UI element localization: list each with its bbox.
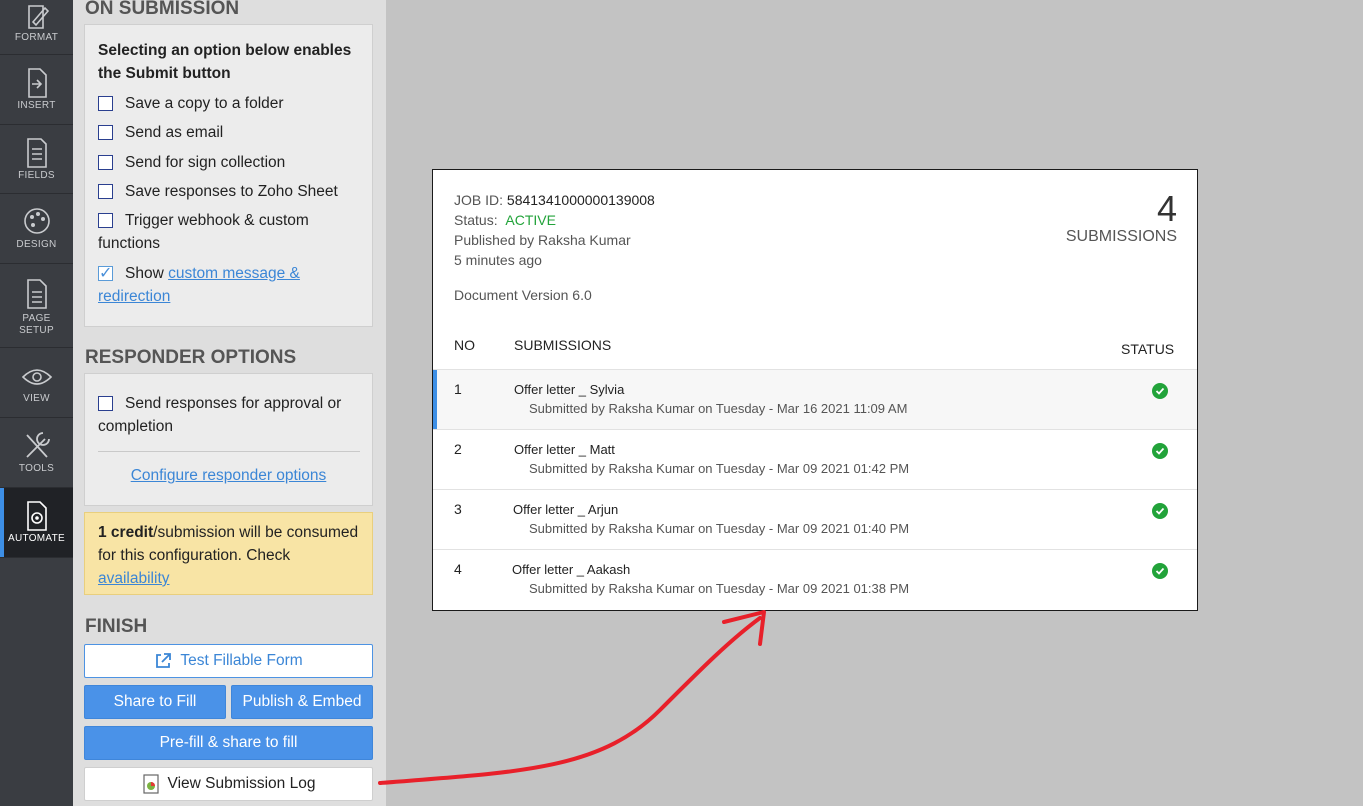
rail-item-tools[interactable]: TOOLS <box>0 418 73 488</box>
document-version: Document Version 6.0 <box>454 287 592 303</box>
submission-count: 4 SUBMISSIONS <box>1065 188 1177 246</box>
checkbox[interactable] <box>98 125 113 140</box>
option-zoho-sheet[interactable]: Save responses to Zoho Sheet <box>98 180 363 203</box>
page-setup-icon <box>26 279 47 309</box>
option-webhook[interactable]: Trigger webhook & custom functions <box>98 209 363 255</box>
column-no: NO <box>454 337 475 353</box>
responder-options-title: RESPONDER OPTIONS <box>85 347 297 368</box>
rail-item-format[interactable]: FORMAT <box>0 0 73 55</box>
view-submission-log-button[interactable]: View Submission Log <box>84 767 373 801</box>
publish-embed-button[interactable]: Publish & Embed <box>231 685 373 719</box>
job-status: Status: ACTIVE <box>454 212 556 228</box>
divider <box>98 451 360 452</box>
table-row[interactable]: 4 Offer letter _ Aakash Submitted by Rak… <box>433 549 1197 609</box>
log-document-icon <box>142 774 159 794</box>
rail-item-automate[interactable]: AUTOMATE <box>0 488 73 558</box>
status-active-badge: ACTIVE <box>505 212 556 228</box>
success-check-icon <box>1152 503 1168 519</box>
external-link-icon <box>156 653 172 668</box>
published-time: 5 minutes ago <box>454 252 542 268</box>
option-send-email[interactable]: Send as email <box>98 121 363 144</box>
submission-log-card: JOB ID: 5841341000000139008 Status: ACTI… <box>432 169 1198 611</box>
tools-icon <box>25 432 50 458</box>
automate-icon <box>26 501 47 531</box>
credit-notice: 1 credit/submission will be consumed for… <box>84 512 373 595</box>
success-check-icon <box>1152 563 1168 579</box>
checkbox[interactable] <box>98 213 113 228</box>
success-check-icon <box>1152 383 1168 399</box>
test-fillable-form-button[interactable]: Test Fillable Form <box>84 644 373 678</box>
on-submission-heading: Selecting an option below enables the Su… <box>98 42 352 82</box>
checkbox[interactable] <box>98 96 113 111</box>
rail-item-insert[interactable]: INSERT <box>0 55 73 125</box>
share-to-fill-button[interactable]: Share to Fill <box>84 685 226 719</box>
checkbox[interactable] <box>98 184 113 199</box>
table-row[interactable]: 1 Offer letter _ Sylvia Submitted by Rak… <box>433 369 1197 429</box>
on-submission-title: ON SUBMISSION <box>85 0 240 19</box>
rail-item-design[interactable]: DESIGN <box>0 194 73 264</box>
table-row[interactable]: 2 Offer letter _ Matt Submitted by Raksh… <box>433 429 1197 489</box>
column-submissions: SUBMISSIONS <box>514 337 612 353</box>
fields-icon <box>26 138 47 168</box>
on-submission-box: Selecting an option below enables the Su… <box>84 24 373 327</box>
option-sign-collection[interactable]: Send for sign collection <box>98 151 363 174</box>
option-save-copy[interactable]: Save a copy to a folder <box>98 92 363 115</box>
option-approval[interactable]: Send responses for approval or completio… <box>98 392 363 438</box>
rail-item-page-setup[interactable]: PAGE SETUP <box>0 264 73 348</box>
design-icon <box>23 208 50 234</box>
automate-panel: ON SUBMISSION Selecting an option below … <box>73 0 386 806</box>
success-check-icon <box>1152 443 1168 459</box>
configure-responder-link[interactable]: Configure responder options <box>131 467 327 484</box>
checkbox-checked[interactable] <box>98 262 113 285</box>
rail-item-fields[interactable]: FIELDS <box>0 125 73 194</box>
rail-item-view[interactable]: VIEW <box>0 348 73 418</box>
table-row[interactable]: 3 Offer letter _ Arjun Submitted by Raks… <box>433 489 1197 549</box>
checkbox[interactable] <box>98 155 113 170</box>
job-id: JOB ID: 5841341000000139008 <box>454 192 655 208</box>
finish-title: FINISH <box>85 616 148 637</box>
insert-icon <box>27 68 47 98</box>
prefill-share-button[interactable]: Pre-fill & share to fill <box>84 726 373 760</box>
availability-link[interactable]: availability <box>98 570 170 587</box>
published-by: Published by Raksha Kumar <box>454 232 631 248</box>
option-custom-message[interactable]: Show custom message & redirection <box>98 262 363 308</box>
responder-options-box: Send responses for approval or completio… <box>84 373 373 506</box>
format-icon <box>27 5 49 29</box>
column-status: STATUS <box>1121 341 1175 357</box>
view-icon <box>21 369 52 385</box>
left-tool-rail: FORMAT INSERT FIELDS DESIGN PAGE SETUP V… <box>0 0 73 806</box>
checkbox[interactable] <box>98 396 113 411</box>
